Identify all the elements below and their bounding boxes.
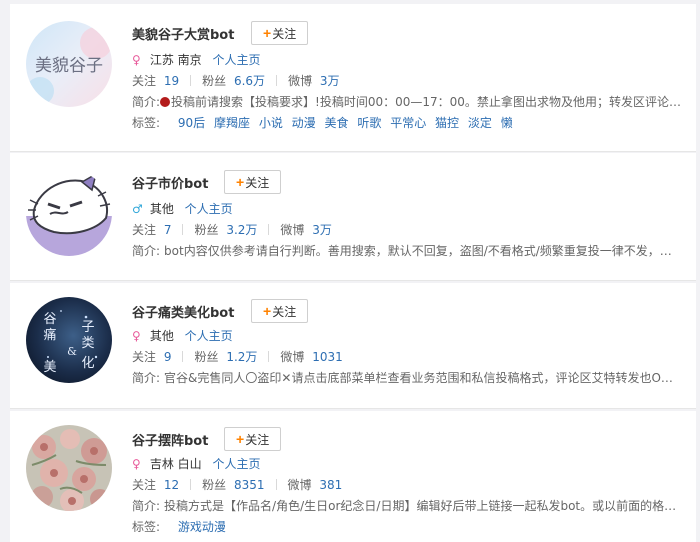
weibo-count[interactable]: 3万 [320, 74, 340, 88]
intro: 简介: bot内容仅供参考请自行判断。善用搜索，默认不回复，盗图/不看格式/频繁重… [132, 244, 672, 258]
location: 其他 [149, 202, 174, 216]
user-name[interactable]: 美貌谷子大赏bot [132, 24, 234, 43]
tag[interactable]: 美食 [325, 116, 349, 130]
svg-text:子: 子 [81, 320, 94, 335]
stats-row: 关注 12 粉丝 8351 微博 381 [132, 478, 343, 492]
tags-row: 标签: 游戏动漫 [132, 520, 226, 534]
plus-icon: + [236, 174, 245, 190]
avatar-text: 美貌谷子 [35, 56, 103, 76]
fans-count[interactable]: 6.6万 [234, 74, 265, 88]
homepage-link[interactable]: 个人主页 [185, 329, 233, 343]
plus-icon: + [236, 431, 245, 447]
svg-text:痛: 痛 [43, 327, 56, 343]
avatar-image [26, 170, 112, 256]
avatar[interactable] [26, 425, 112, 511]
avatar-image: 谷 痛 子 类 & 美 化 [26, 297, 112, 383]
stats-row: 关注 19 粉丝 6.6万 微博 3万 [132, 74, 340, 88]
female-icon: ♀ [132, 457, 141, 471]
intro: 简介: 投稿前请搜索【投稿要求】!投稿时间00：00—17：00。禁止拿图出求物及… [132, 95, 681, 109]
follow-count[interactable]: 9 [164, 350, 172, 364]
tag[interactable]: 小说 [259, 116, 283, 130]
user-name[interactable]: 谷子市价bot [132, 173, 208, 192]
female-icon: ♀ [132, 53, 141, 67]
user-name[interactable]: 谷子痛类美化bot [132, 302, 234, 321]
weibo-count[interactable]: 3万 [312, 223, 332, 237]
user-card: 谷子市价bot +关注 ♂ 其他 个人主页 关注 7 粉丝 3.2万 微博 3万 简… [10, 153, 696, 281]
location: 吉林 白山 [149, 457, 202, 471]
avatar-image: 美貌谷子 [26, 21, 112, 107]
location: 江苏 南京 [149, 53, 202, 67]
user-card: 美貌谷子 美貌谷子大赏bot +关注 ♀ 江苏 南京 个人主页 关注 19 粉丝 … [10, 4, 696, 152]
follow-button[interactable]: +关注 [251, 21, 309, 45]
user-card: 谷子摆阵bot +关注 ♀ 吉林 白山 个人主页 关注 12 粉丝 8351 微博 … [10, 411, 696, 542]
svg-text:化: 化 [81, 356, 94, 371]
homepage-link[interactable]: 个人主页 [185, 202, 233, 216]
tag[interactable]: 动漫 [292, 116, 316, 130]
female-icon: ♀ [132, 329, 141, 343]
homepage-link[interactable]: 个人主页 [212, 53, 260, 67]
avatar[interactable]: 美貌谷子 [26, 21, 112, 107]
follow-button[interactable]: +关注 [224, 170, 282, 194]
intro: 简介: 投稿方式是【作品名/角色/生日or纪念日/日期】编辑好后带上链接一起私发b… [132, 499, 677, 513]
fans-count[interactable]: 8351 [234, 478, 265, 492]
follow-count[interactable]: 12 [164, 478, 179, 492]
homepage-link[interactable]: 个人主页 [212, 457, 260, 471]
plus-icon: + [263, 25, 272, 41]
weibo-count[interactable]: 1031 [312, 350, 343, 364]
svg-text:美: 美 [43, 360, 56, 375]
tag[interactable]: 平常心 [390, 116, 426, 130]
svg-text:类: 类 [81, 336, 94, 351]
user-card: 谷 痛 子 类 & 美 化 谷子痛类美化bot +关注 ♀ 其他 个人主页 关注… [10, 283, 696, 409]
avatar[interactable]: 谷 痛 子 类 & 美 化 [26, 297, 112, 383]
stats-row: 关注 9 粉丝 1.2万 微博 1031 [132, 350, 343, 364]
tag[interactable]: 听歌 [357, 116, 381, 130]
plus-icon: + [263, 303, 272, 319]
avatar-image [26, 425, 112, 511]
follow-button[interactable]: +关注 [251, 299, 309, 323]
stats-row: 关注 7 粉丝 3.2万 微博 3万 [132, 223, 332, 237]
fans-count[interactable]: 3.2万 [226, 223, 257, 237]
fans-count[interactable]: 1.2万 [226, 350, 257, 364]
user-list: 美貌谷子 美貌谷子大赏bot +关注 ♀ 江苏 南京 个人主页 关注 19 粉丝 … [10, 0, 696, 542]
tag[interactable]: 懒 [501, 116, 513, 130]
location: 其他 [149, 329, 174, 343]
tag[interactable]: 淡定 [468, 116, 492, 130]
tag[interactable]: 游戏动漫 [178, 520, 226, 534]
tags-row: 标签: 90后 摩羯座 小说 动漫 美食 听歌 平常心 猫控 淡定 懒 [132, 116, 513, 130]
svg-text:&: & [67, 345, 77, 358]
user-name[interactable]: 谷子摆阵bot [132, 430, 208, 449]
follow-count[interactable]: 19 [164, 74, 179, 88]
tag[interactable]: 90后 [178, 116, 205, 130]
svg-text:谷: 谷 [43, 312, 56, 327]
follow-button[interactable]: +关注 [224, 427, 282, 451]
weibo-count[interactable]: 381 [319, 478, 342, 492]
intro: 简介: 官谷&完售同人〇盗印✕请点击底部菜单栏查看业务范围和私信投稿格式，评论区艾… [132, 371, 673, 385]
red-dot-icon [160, 97, 171, 107]
tag[interactable]: 猫控 [435, 116, 459, 130]
male-icon: ♂ [132, 202, 143, 216]
follow-count[interactable]: 7 [164, 223, 172, 237]
tag[interactable]: 摩羯座 [214, 116, 250, 130]
avatar[interactable] [26, 170, 112, 256]
